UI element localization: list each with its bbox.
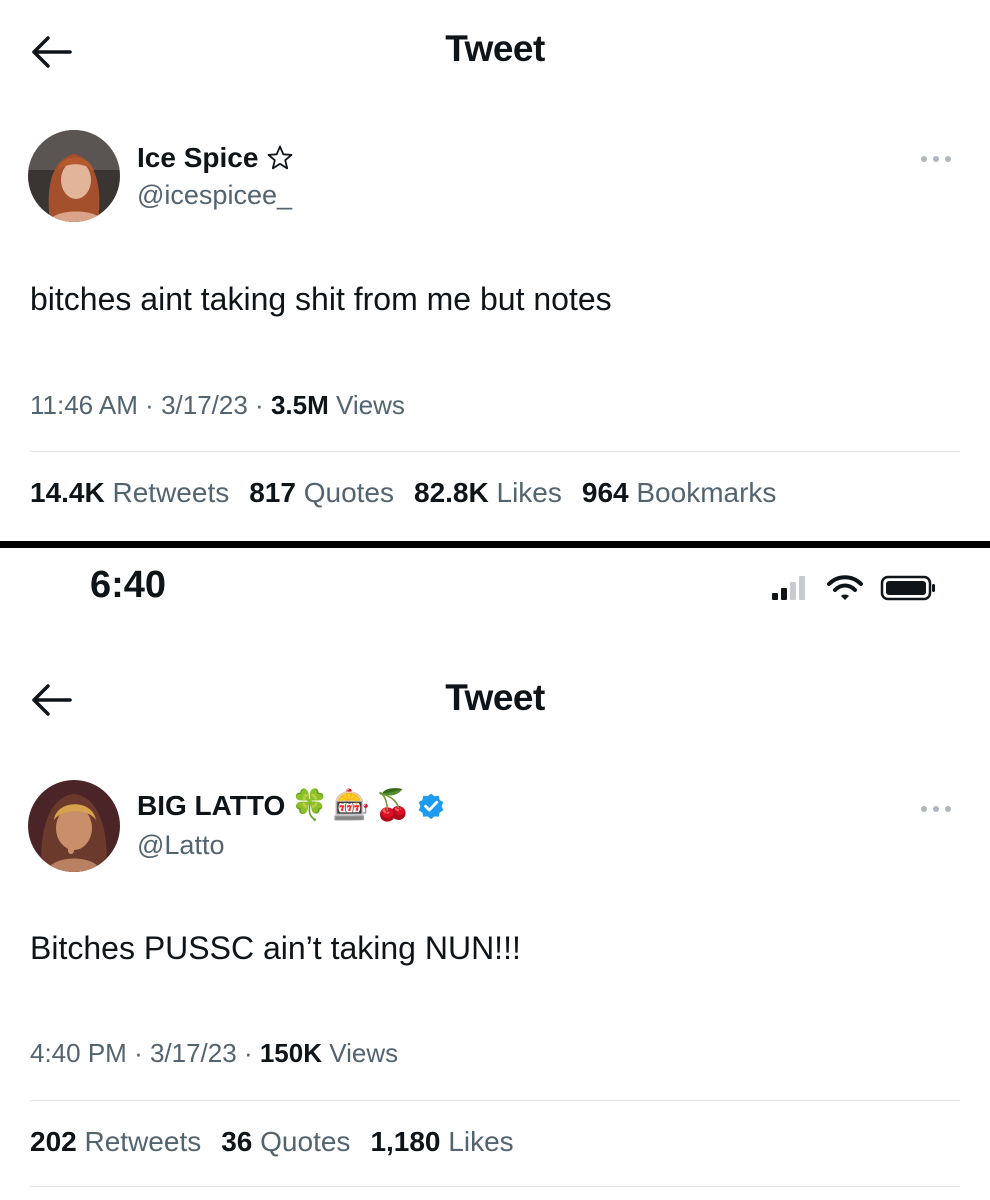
stat-retweets[interactable]: 14.4K Retweets bbox=[30, 477, 229, 509]
four-leaf-clover-emoji: 🍀 bbox=[291, 789, 329, 822]
tweet-meta: 4:40 PM · 3/17/23 · 150K Views bbox=[30, 1038, 399, 1068]
views-count: 3.5M bbox=[270, 390, 329, 420]
cherries-emoji: 🍒 bbox=[374, 789, 412, 822]
author-name-row[interactable]: BIG LATTO 🍀 🎰 🍒 bbox=[137, 790, 445, 822]
avatar[interactable] bbox=[28, 130, 120, 222]
author-handle[interactable]: @Latto bbox=[137, 830, 224, 861]
cellular-signal-icon bbox=[770, 575, 810, 606]
stat-quotes[interactable]: 817 Quotes bbox=[249, 477, 394, 509]
tweet-time[interactable]: 11:46 AM bbox=[30, 390, 138, 420]
separator bbox=[30, 1186, 960, 1187]
views-count: 150K bbox=[259, 1038, 322, 1068]
more-options-icon[interactable] bbox=[916, 802, 956, 816]
separator bbox=[30, 1100, 960, 1101]
tweet-date[interactable]: 3/17/23 bbox=[161, 390, 248, 420]
battery-icon bbox=[880, 574, 938, 607]
tweet-date[interactable]: 3/17/23 bbox=[150, 1038, 237, 1068]
verified-badge-icon bbox=[417, 792, 445, 820]
more-options-icon[interactable] bbox=[916, 152, 956, 166]
tweet-panel-top: Tweet Ice Spice @icespicee_ bitches aint… bbox=[0, 0, 990, 543]
page-title: Tweet bbox=[445, 677, 545, 718]
status-bar-time: 6:40 bbox=[90, 564, 167, 606]
engagement-stats: 202 Retweets 36 Quotes 1,180 Likes bbox=[30, 1126, 514, 1158]
tweet-time[interactable]: 4:40 PM bbox=[30, 1038, 127, 1068]
screenshot-divider bbox=[0, 541, 990, 548]
engagement-stats: 14.4K Retweets 817 Quotes 82.8K Likes 96… bbox=[30, 477, 776, 509]
stat-likes[interactable]: 1,180 Likes bbox=[370, 1126, 513, 1158]
stat-quotes[interactable]: 36 Quotes bbox=[221, 1126, 350, 1158]
slot-machine-emoji: 🎰 bbox=[332, 789, 371, 822]
stat-retweets[interactable]: 202 Retweets bbox=[30, 1126, 201, 1158]
separator bbox=[30, 451, 960, 452]
views-label: Views bbox=[329, 1038, 399, 1068]
tweet-panel-bottom: 6:40 Tweet BIG LATTO 🍀 🎰 🍒 @Latto Bitche… bbox=[0, 550, 990, 1200]
author-name: BIG LATTO bbox=[137, 790, 286, 821]
author-handle[interactable]: @icespicee_ bbox=[137, 180, 292, 211]
tweet-text: Bitches PUSSC ain’t taking NUN!!! bbox=[30, 930, 521, 966]
views-label: Views bbox=[335, 390, 405, 420]
author-name-row[interactable]: Ice Spice bbox=[137, 142, 294, 174]
page-title: Tweet bbox=[445, 28, 545, 69]
tweet-text: bitches aint taking shit from me but not… bbox=[30, 281, 612, 317]
stat-bookmarks[interactable]: 964 Bookmarks bbox=[582, 477, 777, 509]
author-name: Ice Spice bbox=[137, 142, 259, 173]
star-outline-icon bbox=[266, 144, 294, 172]
avatar[interactable] bbox=[28, 780, 120, 872]
stat-likes[interactable]: 82.8K Likes bbox=[414, 477, 562, 509]
tweet-meta: 11:46 AM · 3/17/23 · 3.5M Views bbox=[30, 390, 405, 420]
wifi-icon bbox=[826, 574, 864, 607]
status-bar-icons bbox=[770, 574, 938, 607]
